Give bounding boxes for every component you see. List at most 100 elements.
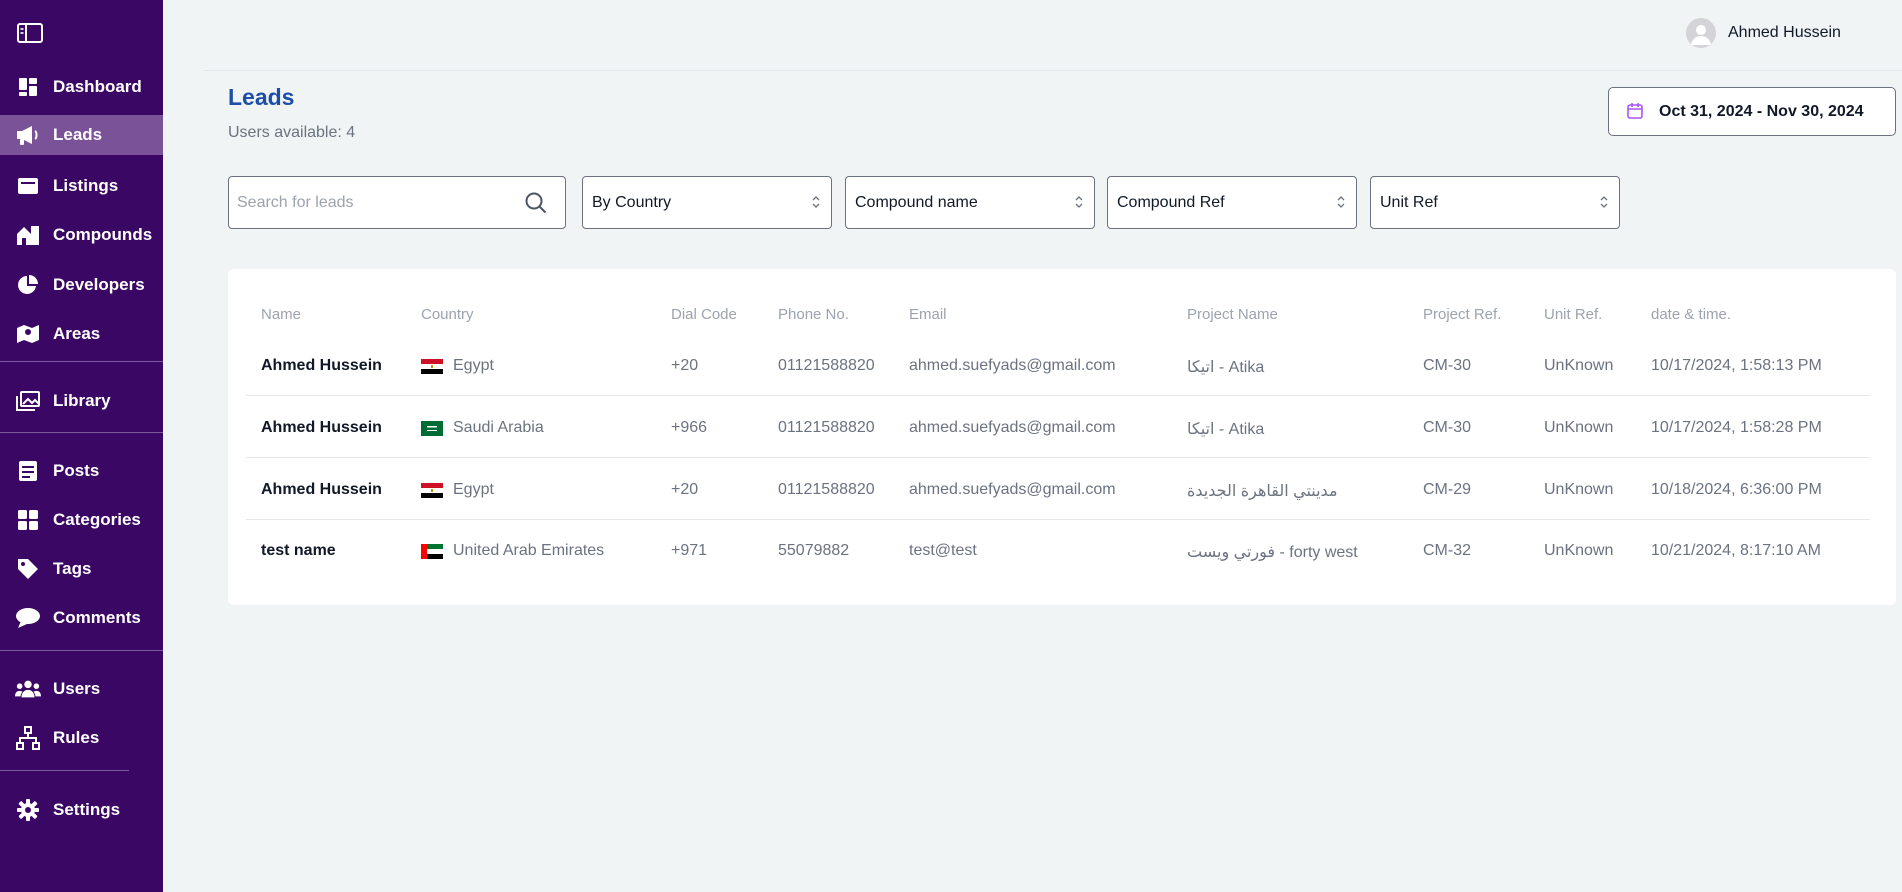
sidebar-item-listings[interactable]: Listings	[0, 166, 163, 206]
column-header-email[interactable]: Email	[909, 306, 947, 323]
sidebar-item-settings[interactable]: Settings	[0, 790, 163, 830]
cell-date-time: 10/21/2024, 8:17:10 AM	[1651, 542, 1821, 559]
column-header-name[interactable]: Name	[261, 306, 301, 323]
chevron-updown-icon	[1337, 195, 1345, 214]
sidebar-item-categories[interactable]: Categories	[0, 500, 163, 540]
search-icon[interactable]	[524, 191, 548, 220]
sidebar-item-label: Posts	[53, 461, 100, 480]
sidebar-item-label: Categories	[53, 510, 141, 529]
cell-name: Ahmed Hussein	[261, 481, 382, 498]
sidebar-item-library[interactable]: Library	[0, 381, 163, 421]
sidebar-item-posts[interactable]: Posts	[0, 451, 163, 491]
sidebar-item-rules[interactable]: Rules	[0, 718, 163, 758]
tag-icon	[15, 557, 41, 581]
unit-ref-select[interactable]: Unit Ref	[1370, 176, 1620, 229]
saudi-arabia-flag-icon	[421, 421, 443, 436]
sidebar-item-label: Library	[53, 391, 111, 410]
cell-unit-ref: UnKnown	[1544, 419, 1614, 436]
cell-email: ahmed.suefyads@gmail.com	[909, 481, 1116, 498]
cell-dial-code: +971	[671, 542, 708, 559]
sidebar-item-label: Comments	[53, 608, 141, 627]
search-box[interactable]	[228, 176, 566, 229]
cell-date-time: 10/18/2024, 6:36:00 PM	[1651, 481, 1822, 498]
unit-ref-select-value: Unit Ref	[1380, 194, 1438, 211]
sidebar-item-tags[interactable]: Tags	[0, 549, 163, 589]
cell-email: ahmed.suefyads@gmail.com	[909, 357, 1116, 374]
cell-project-name: اتيكا - Atika	[1187, 359, 1265, 376]
country-select[interactable]: By Country	[582, 176, 832, 229]
cell-project-name: مدينتي القاهرة الجديدة	[1187, 483, 1338, 500]
cell-phone: 01121588820	[778, 357, 875, 374]
compound-ref-select[interactable]: Compound Ref	[1107, 176, 1357, 229]
cell-dial-code: +20	[671, 481, 699, 498]
column-header-phone[interactable]: Phone No.	[778, 306, 849, 323]
sidebar-item-label: Developers	[53, 275, 145, 294]
column-header-country[interactable]: Country	[421, 306, 474, 323]
column-header-project-name[interactable]: Project Name	[1187, 306, 1278, 323]
sidebar-item-areas[interactable]: Areas	[0, 314, 163, 354]
sidebar-item-compounds[interactable]: Compounds	[0, 215, 163, 255]
sidebar-item-label: Compounds	[53, 225, 153, 244]
calendar-icon	[1626, 102, 1644, 125]
cell-email: test@test	[909, 542, 977, 559]
sidebar-item-dashboard[interactable]: Dashboard	[0, 67, 163, 107]
sidebar-divider	[0, 650, 163, 651]
image-gallery-icon	[15, 389, 41, 413]
document-icon	[15, 459, 41, 483]
cell-date-time: 10/17/2024, 1:58:13 PM	[1651, 357, 1822, 374]
cell-country: United Arab Emirates	[453, 542, 605, 559]
sidebar-item-leads[interactable]: Leads	[0, 115, 163, 155]
cell-unit-ref: UnKnown	[1544, 357, 1614, 374]
sidebar-item-label: Tags	[53, 559, 92, 578]
column-header-date-time[interactable]: date & time.	[1651, 306, 1731, 323]
compound-name-select[interactable]: Compound name	[845, 176, 1095, 229]
avatar	[1686, 18, 1716, 48]
cell-project-ref: CM-29	[1423, 481, 1472, 498]
row-divider	[246, 457, 1870, 458]
sidebar-item-developers[interactable]: Developers	[0, 265, 163, 305]
sidebar-item-label: Rules	[53, 728, 100, 747]
cell-project-name: فورتي ويست - forty west	[1187, 544, 1358, 561]
header-divider	[204, 70, 1902, 71]
column-header-project-ref[interactable]: Project Ref.	[1423, 306, 1501, 323]
cell-country: Egypt	[453, 481, 494, 498]
megaphone-icon	[15, 123, 41, 147]
date-range-label: Oct 31, 2024 - Nov 30, 2024	[1659, 103, 1864, 120]
pie-chart-icon	[15, 273, 41, 297]
sidebar-item-label: Leads	[53, 125, 103, 144]
grid-icon	[15, 508, 41, 532]
sidebar-item-users[interactable]: Users	[0, 669, 163, 709]
cell-dial-code: +20	[671, 357, 699, 374]
cell-unit-ref: UnKnown	[1544, 542, 1614, 559]
cell-unit-ref: UnKnown	[1544, 481, 1614, 498]
sidebar-divider	[0, 361, 163, 362]
chevron-updown-icon	[1600, 195, 1608, 214]
search-input[interactable]	[237, 191, 517, 215]
dashboard-icon	[15, 75, 41, 99]
cell-phone: 01121588820	[778, 419, 875, 436]
compound-name-select-value: Compound name	[855, 194, 978, 211]
map-icon	[15, 322, 41, 346]
chevron-updown-icon	[812, 195, 820, 214]
cell-date-time: 10/17/2024, 1:58:28 PM	[1651, 419, 1822, 436]
users-icon	[15, 677, 41, 701]
gear-icon	[15, 798, 41, 822]
row-divider	[246, 395, 1870, 396]
user-menu[interactable]: Ahmed Hussein	[1686, 18, 1841, 48]
row-divider	[246, 519, 1870, 520]
sidebar-item-comments[interactable]: Comments	[0, 598, 163, 638]
sidebar-divider	[0, 770, 129, 771]
page-title: Leads	[228, 84, 295, 110]
comment-icon	[15, 606, 41, 630]
cell-project-ref: CM-30	[1423, 419, 1472, 436]
listings-icon	[15, 174, 41, 198]
cell-phone: 55079882	[778, 542, 850, 559]
date-range-picker[interactable]: Oct 31, 2024 - Nov 30, 2024	[1608, 87, 1896, 136]
column-header-dial-code[interactable]: Dial Code	[671, 306, 737, 323]
cell-email: ahmed.suefyads@gmail.com	[909, 419, 1116, 436]
egypt-flag-icon	[421, 359, 443, 374]
sidebar-toggle-icon[interactable]	[16, 22, 46, 46]
sidebar-item-label: Areas	[53, 324, 101, 343]
cell-country: Saudi Arabia	[453, 419, 544, 436]
column-header-unit-ref[interactable]: Unit Ref.	[1544, 306, 1602, 323]
